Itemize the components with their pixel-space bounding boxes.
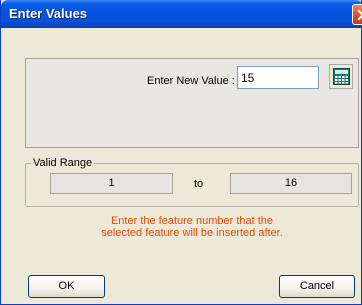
title-bar[interactable]: Enter Values [1, 0, 362, 28]
new-value-label: Enter New Value : [147, 75, 235, 87]
valid-range-label: Valid Range [31, 157, 95, 169]
window-title: Enter Values [9, 6, 88, 21]
hint-line-2: selected feature will be inserted after. [101, 227, 283, 239]
new-value-input[interactable] [237, 66, 319, 89]
range-to-label: to [194, 178, 204, 190]
cancel-button[interactable]: Cancel [279, 275, 355, 298]
hint-text: Enter the feature number that the select… [71, 215, 313, 239]
ok-button[interactable]: OK [28, 275, 105, 298]
close-button[interactable] [352, 4, 362, 25]
hint-line-1: Enter the feature number that the [110, 215, 274, 227]
calculator-button[interactable] [329, 64, 353, 89]
range-max-value: 16 [230, 173, 352, 194]
close-icon [357, 9, 362, 21]
range-min-value: 1 [50, 173, 173, 194]
calculator-icon [333, 68, 350, 85]
enter-values-dialog: Enter Values Enter New Value : Valid Ran… [0, 0, 362, 305]
